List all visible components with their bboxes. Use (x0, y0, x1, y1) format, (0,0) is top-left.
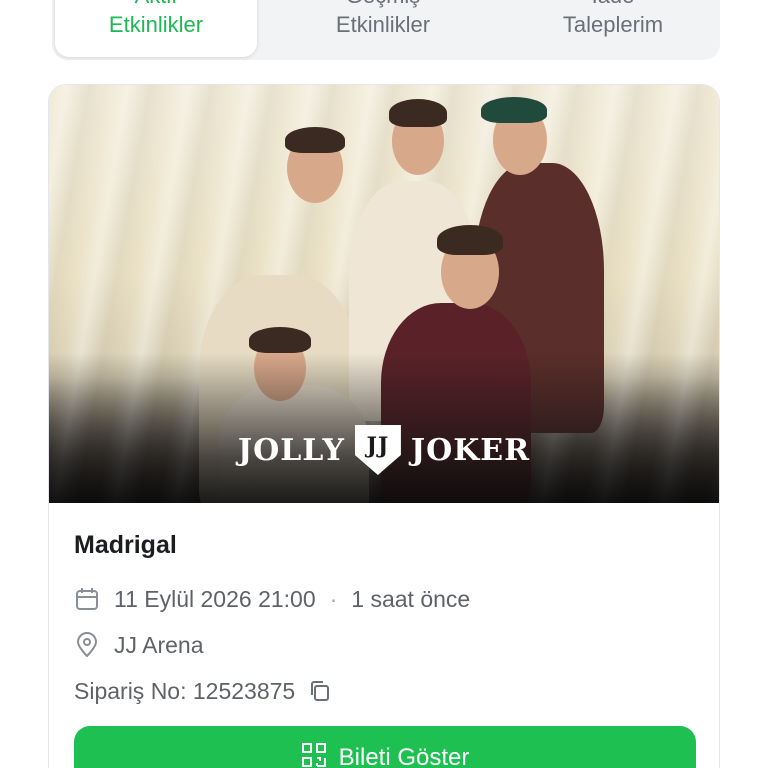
event-venue: JJ Arena (114, 631, 204, 658)
tab-label-line2: Etkinlikler (108, 12, 204, 37)
tab-label-line1: İade (592, 0, 635, 10)
tab-active-events[interactable]: Aktif Etkinlikler (55, 0, 257, 57)
logo-shield: JJ (354, 425, 401, 475)
event-date-row: 11 Eylül 2026 21:00 · 1 saat önce (74, 586, 694, 612)
order-number-row: Sipariş No: 12523875 (74, 678, 694, 704)
show-ticket-button[interactable]: Bileti Göster (74, 726, 696, 768)
event-tabs: Aktif Etkinlikler Geçmiş Etkinlikler İad… (52, 0, 720, 60)
calendar-icon (74, 586, 100, 612)
show-ticket-label: Bileti Göster (338, 744, 470, 768)
event-card[interactable]: JOLLY JJ JOKER Madrigal 11 Eylül 2026 21… (48, 84, 720, 768)
event-date: 11 Eylül 2026 21:00 (114, 585, 316, 612)
tab-refund-requests[interactable]: İade Taleplerim (509, 0, 717, 57)
copy-icon[interactable] (307, 678, 333, 704)
tab-label-line2: Etkinlikler (335, 12, 431, 37)
event-venue-row: JJ Arena (74, 632, 694, 658)
jolly-joker-logo: JOLLY JJ JOKER (49, 425, 719, 475)
order-number: Sipariş No: 12523875 (74, 677, 296, 704)
event-poster-image: JOLLY JJ JOKER (49, 85, 719, 503)
tab-past-events[interactable]: Geçmiş Etkinlikler (257, 0, 509, 57)
event-title: Madrigal (74, 531, 177, 559)
event-relative-time: 1 saat önce (351, 585, 471, 612)
logo-text-right: JOKER (410, 432, 531, 468)
separator-dot: · (329, 585, 338, 612)
tab-label-line1: Geçmiş (346, 0, 421, 10)
logo-text-left: JOLLY (237, 432, 345, 468)
qr-code-icon (301, 742, 327, 768)
location-pin-icon (74, 632, 100, 658)
tab-label-line1: Aktif (135, 0, 178, 10)
tab-label-line2: Taleplerim (562, 12, 664, 37)
